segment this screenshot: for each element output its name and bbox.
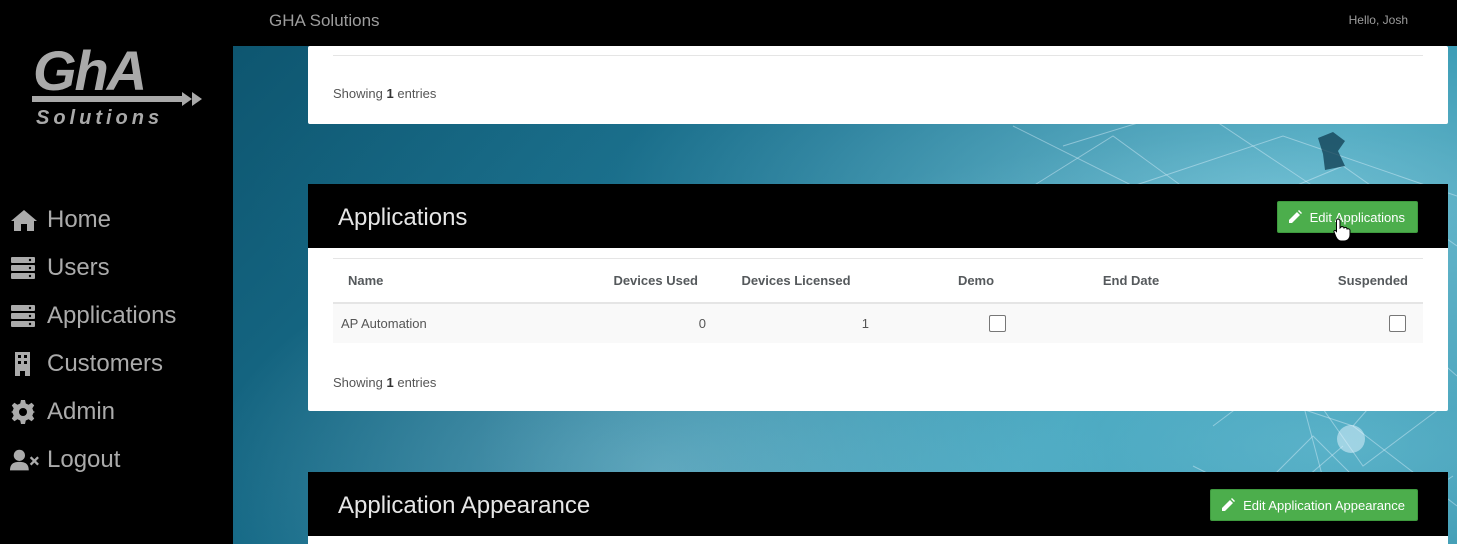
sidebar-item-applications[interactable]: Applications <box>10 292 176 340</box>
showing-count: 1 <box>386 86 394 101</box>
column-header-devices-used[interactable]: Devices Used <box>573 258 706 304</box>
sidebar-item-label: Applications <box>47 302 177 329</box>
showing-count: 1 <box>386 375 394 390</box>
user-greeting[interactable]: Hello, Josh <box>1349 13 1408 27</box>
column-header-demo[interactable]: Demo <box>886 258 1066 304</box>
applications-panel: Applications Edit Applications Name Devi… <box>308 184 1448 411</box>
server-icon <box>10 255 40 281</box>
sidebar-item-admin[interactable]: Admin <box>10 388 176 436</box>
sidebar-item-home[interactable]: Home <box>10 196 176 244</box>
column-header-devices-licensed[interactable]: Devices Licensed <box>706 258 886 304</box>
application-appearance-panel: Application Appearance Edit Application … <box>308 472 1448 544</box>
cell-demo <box>886 302 1066 343</box>
showing-prefix: Showing <box>333 375 383 390</box>
pencil-icon <box>1222 498 1236 511</box>
sidebar-item-users[interactable]: Users <box>10 244 176 292</box>
company-logo[interactable]: GhA Solutions <box>30 32 205 132</box>
showing-suffix: entries <box>397 86 437 101</box>
showing-suffix: entries <box>397 375 437 390</box>
brand-link[interactable]: GHA Solutions <box>269 11 380 31</box>
applications-table: Name Devices Used Devices Licensed Demo … <box>333 258 1423 343</box>
svg-text:Solutions: Solutions <box>36 107 163 129</box>
table-border <box>333 46 1423 56</box>
column-header-name[interactable]: Name <box>333 258 573 304</box>
home-icon <box>10 207 40 233</box>
sidebar-item-label: Home <box>47 206 112 233</box>
column-header-end-date[interactable]: End Date <box>1066 258 1196 304</box>
showing-prefix: Showing <box>333 86 383 101</box>
user-times-icon <box>10 447 40 473</box>
panel-header: Application Appearance Edit Application … <box>308 472 1448 536</box>
sidebar-item-label: Admin <box>47 398 116 425</box>
cell-suspended <box>1196 302 1423 343</box>
main-content: Showing 1 entries Applications Edit Appl… <box>233 46 1457 544</box>
edit-application-appearance-button[interactable]: Edit Application Appearance <box>1210 489 1418 521</box>
cell-end-date <box>1066 302 1196 343</box>
building-icon <box>10 351 40 377</box>
panel-title: Application Appearance <box>338 492 591 519</box>
sidebar-item-logout[interactable]: Logout <box>10 436 176 484</box>
svg-text:GhA: GhA <box>33 39 145 102</box>
entries-info: Showing 1 entries <box>333 86 436 101</box>
top-panel: Showing 1 entries <box>308 46 1448 124</box>
cell-name: AP Automation <box>333 302 573 343</box>
button-label: Edit Applications <box>1309 209 1405 225</box>
gear-icon <box>10 399 40 425</box>
suspended-checkbox[interactable] <box>1389 314 1406 332</box>
cell-devices-licensed: 1 <box>706 302 886 343</box>
sidebar-item-label: Users <box>47 254 110 281</box>
panel-header: Applications Edit Applications <box>308 184 1448 248</box>
demo-checkbox[interactable] <box>989 314 1006 332</box>
server-icon <box>10 303 40 329</box>
button-label: Edit Application Appearance <box>1243 497 1405 513</box>
pencil-icon <box>1288 210 1302 223</box>
sidebar: GhA Solutions Home Users Applications Cu… <box>0 0 233 544</box>
sidebar-item-label: Customers <box>47 350 164 377</box>
cell-devices-used: 0 <box>573 302 706 343</box>
column-header-suspended[interactable]: Suspended <box>1196 258 1423 304</box>
panel-title: Applications <box>338 204 468 231</box>
sidebar-item-customers[interactable]: Customers <box>10 340 176 388</box>
sidebar-nav: Home Users Applications Customers Admin <box>10 196 176 484</box>
entries-info: Showing 1 entries <box>333 375 436 390</box>
table-row[interactable]: AP Automation 0 1 <box>333 302 1423 343</box>
mouse-cursor-icon <box>1333 218 1351 242</box>
sidebar-item-label: Logout <box>47 446 121 473</box>
